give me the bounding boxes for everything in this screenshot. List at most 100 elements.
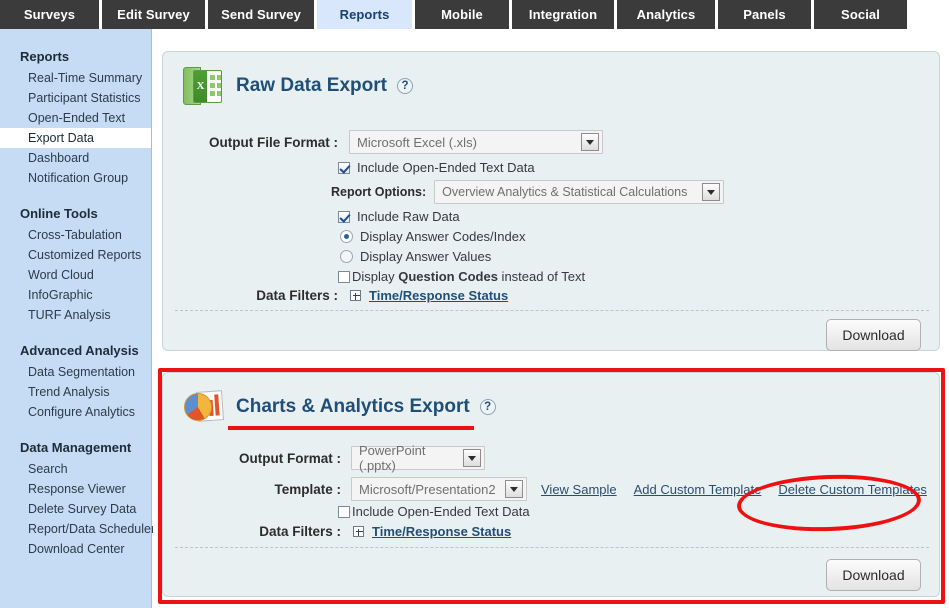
display-answer-values-radio[interactable]: [340, 250, 353, 263]
tab-surveys[interactable]: Surveys: [0, 0, 99, 29]
display-answer-codes-radio[interactable]: [340, 230, 353, 243]
chart-time-response-status-link[interactable]: Time/Response Status: [372, 524, 511, 539]
sidebar-item-response-viewer[interactable]: Response Viewer: [0, 479, 151, 499]
tab-send-survey[interactable]: Send Survey: [208, 0, 314, 29]
raw-download-button-wrap: Download: [826, 319, 921, 351]
chevron-down-icon[interactable]: [702, 183, 720, 201]
include-raw-data-label: Include Raw Data: [357, 209, 460, 224]
chart-data-filters-row: Data Filters : Time/Response Status: [163, 524, 511, 539]
divider: [175, 547, 929, 548]
expand-plus-icon[interactable]: [350, 290, 361, 301]
report-options-select[interactable]: Overview Analytics & Statistical Calcula…: [434, 180, 724, 204]
tab-panels[interactable]: Panels: [718, 0, 811, 29]
question-codes-post: instead of Text: [498, 269, 585, 284]
chevron-down-icon[interactable]: [581, 133, 599, 151]
sidebar-item-word-cloud[interactable]: Word Cloud: [0, 265, 151, 285]
chevron-down-icon[interactable]: [463, 449, 481, 467]
charts-analytics-export-header: Charts & Analytics Export ?: [163, 373, 939, 429]
tab-edit-survey-label: Edit Survey: [117, 7, 190, 22]
tab-mobile[interactable]: Mobile: [415, 0, 509, 29]
sidebar-item-turf-analysis[interactable]: TURF Analysis: [0, 305, 151, 325]
chart-output-format-value: PowerPoint (.pptx): [359, 443, 455, 473]
sidebar-item-download-center[interactable]: Download Center: [0, 539, 151, 559]
raw-data-download-button[interactable]: Download: [826, 319, 921, 351]
sidebar-heading-reports: Reports: [0, 49, 151, 68]
left-sidebar: Reports Real-Time Summary Participant St…: [0, 29, 152, 608]
include-raw-data-checkbox[interactable]: [338, 211, 350, 223]
chart-data-filters-label: Data Filters :: [163, 524, 341, 539]
display-answer-codes-row: Display Answer Codes/Index: [340, 229, 525, 244]
sidebar-item-cross-tabulation[interactable]: Cross-Tabulation: [0, 225, 151, 245]
tab-analytics-label: Analytics: [637, 7, 696, 22]
sidebar-heading-online-tools: Online Tools: [0, 206, 151, 225]
charts-analytics-export-title: Charts & Analytics Export: [236, 396, 470, 418]
output-file-format-select[interactable]: Microsoft Excel (.xls): [349, 130, 603, 154]
sidebar-item-delete-survey-data[interactable]: Delete Survey Data: [0, 499, 151, 519]
charts-analytics-export-panel: Charts & Analytics Export ? Output Forma…: [162, 372, 940, 597]
display-answer-codes-label: Display Answer Codes/Index: [360, 229, 525, 244]
sidebar-item-participant-statistics[interactable]: Participant Statistics: [0, 88, 151, 108]
chart-template-row: Template : Microsoft/Presentation2 View …: [163, 477, 927, 501]
include-open-ended-label: Include Open-Ended Text Data: [357, 160, 535, 175]
chart-template-label: Template :: [163, 482, 341, 497]
chart-include-open-ended-checkbox[interactable]: [338, 506, 350, 518]
raw-data-export-panel: X Raw Data Export ? Output F: [162, 51, 940, 351]
sidebar-item-search[interactable]: Search: [0, 459, 151, 479]
raw-data-export-header: X Raw Data Export ?: [163, 52, 939, 108]
excel-file-icon: X: [181, 64, 225, 108]
sidebar-item-open-ended-text[interactable]: Open-Ended Text: [0, 108, 151, 128]
sidebar-group-advanced-analysis: Advanced Analysis Data Segmentation Tren…: [0, 343, 151, 422]
tab-reports[interactable]: Reports: [317, 0, 412, 29]
tab-social[interactable]: Social: [814, 0, 907, 29]
tab-social-label: Social: [841, 7, 880, 22]
question-codes-text: Display Question Codes instead of Text: [352, 269, 585, 284]
tab-analytics[interactable]: Analytics: [617, 0, 715, 29]
chart-template-select[interactable]: Microsoft/Presentation2: [351, 477, 527, 501]
include-raw-data-row: Include Raw Data: [338, 209, 460, 224]
output-file-format-label: Output File Format :: [163, 135, 338, 150]
tab-panels-label: Panels: [743, 7, 786, 22]
sidebar-item-customized-reports[interactable]: Customized Reports: [0, 245, 151, 265]
output-file-format-row: Output File Format : Microsoft Excel (.x…: [163, 130, 603, 154]
chevron-down-icon[interactable]: [505, 480, 523, 498]
chart-output-format-label: Output Format :: [163, 451, 341, 466]
sidebar-item-trend-analysis[interactable]: Trend Analysis: [0, 382, 151, 402]
tab-edit-survey[interactable]: Edit Survey: [102, 0, 205, 29]
include-open-ended-row: Include Open-Ended Text Data: [338, 160, 535, 175]
add-custom-template-link[interactable]: Add Custom Template: [634, 482, 762, 497]
question-codes-pre: Display: [352, 269, 398, 284]
data-filters-row: Data Filters : Time/Response Status: [163, 288, 508, 303]
chart-include-open-ended-label: Include Open-Ended Text Data: [352, 504, 530, 519]
sidebar-item-infographic[interactable]: InfoGraphic: [0, 285, 151, 305]
divider: [175, 310, 929, 311]
sidebar-item-data-segmentation[interactable]: Data Segmentation: [0, 362, 151, 382]
view-sample-link[interactable]: View Sample: [541, 482, 617, 497]
delete-custom-templates-link[interactable]: Delete Custom Templates: [778, 482, 927, 497]
chart-download-button-wrap: Download: [826, 559, 921, 591]
tab-bar-filler: [910, 0, 949, 29]
help-icon[interactable]: ?: [480, 399, 496, 415]
report-options-label: Report Options:: [331, 185, 426, 199]
chart-include-open-ended-row: Include Open-Ended Text Data: [338, 504, 530, 519]
charts-download-button[interactable]: Download: [826, 559, 921, 591]
sidebar-heading-data-management: Data Management: [0, 440, 151, 459]
raw-data-export-title: Raw Data Export: [236, 75, 387, 97]
question-codes-checkbox[interactable]: [338, 271, 350, 283]
help-icon[interactable]: ?: [397, 78, 413, 94]
tab-reports-label: Reports: [340, 7, 390, 22]
sidebar-item-real-time-summary[interactable]: Real-Time Summary: [0, 68, 151, 88]
chart-output-format-row: Output Format : PowerPoint (.pptx): [163, 446, 485, 470]
tab-integration[interactable]: Integration: [512, 0, 614, 29]
sidebar-item-export-data[interactable]: Export Data: [0, 128, 151, 148]
include-open-ended-checkbox[interactable]: [338, 162, 350, 174]
display-answer-values-row: Display Answer Values: [340, 249, 491, 264]
tab-mobile-label: Mobile: [441, 7, 483, 22]
sidebar-item-report-data-scheduler[interactable]: Report/Data Scheduler: [0, 519, 151, 539]
sidebar-item-dashboard[interactable]: Dashboard: [0, 148, 151, 168]
sidebar-item-notification-group[interactable]: Notification Group: [0, 168, 151, 188]
expand-plus-icon[interactable]: [353, 526, 364, 537]
sidebar-item-configure-analytics[interactable]: Configure Analytics: [0, 402, 151, 422]
time-response-status-link[interactable]: Time/Response Status: [369, 288, 508, 303]
question-codes-row: Display Question Codes instead of Text: [338, 269, 585, 284]
chart-output-format-select[interactable]: PowerPoint (.pptx): [351, 446, 485, 470]
